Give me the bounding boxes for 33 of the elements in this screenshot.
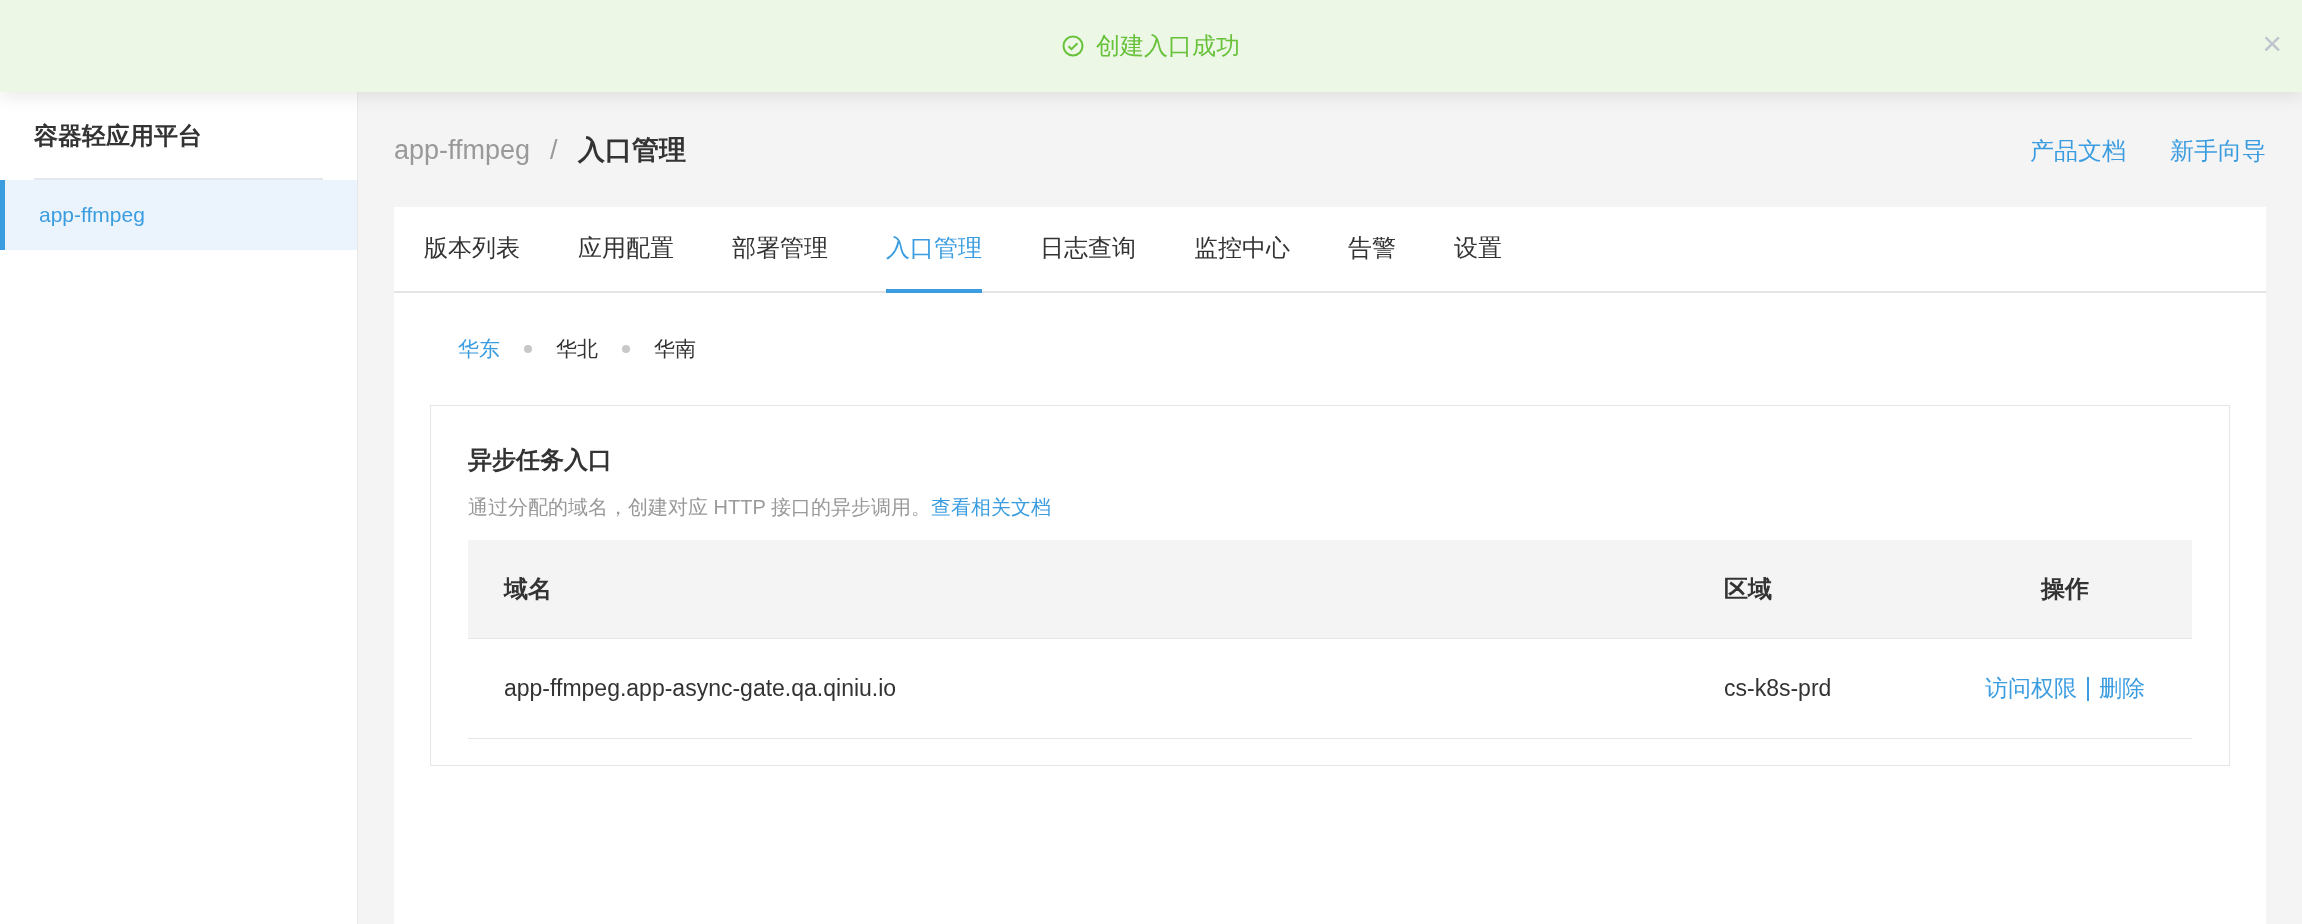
doc-link[interactable]: 查看相关文档 [930, 496, 1051, 518]
tab[interactable]: 监控中心 [1194, 207, 1290, 293]
breadcrumb-item: 入口管理 [577, 134, 686, 168]
header-link[interactable]: 产品文档 [2030, 132, 2126, 169]
breadcrumb-item[interactable]: app-ffmpeg [394, 130, 531, 171]
column-header: 域名 [502, 574, 553, 604]
breadcrumb-separator: / [550, 134, 558, 168]
toast-message: 创建入口成功 [1096, 31, 1240, 61]
dot-separator [622, 345, 630, 353]
close-button[interactable]: × [2262, 26, 2282, 60]
sidebar-item[interactable]: app-ffmpeg [0, 180, 357, 250]
tab[interactable]: 部署管理 [732, 207, 828, 293]
sidebar-title: 容器轻应用平台 [33, 121, 203, 151]
tab[interactable]: 告警 [1348, 207, 1396, 293]
panel-title: 异步任务入口 [468, 445, 613, 475]
check-circle-icon [1062, 35, 1084, 57]
tab[interactable]: 日志查询 [1040, 207, 1136, 293]
tab[interactable]: 设置 [1454, 207, 1502, 293]
table-cell-text: app-ffmpeg.app-async-gate.qa.qiniu.io [503, 674, 898, 704]
region-tab[interactable]: 华东 [458, 333, 500, 365]
column-header: 操作 [2039, 574, 2090, 604]
column-header: 区域 [1724, 574, 1773, 604]
region-tab[interactable]: 华北 [556, 333, 598, 365]
tab[interactable]: 入口管理 [886, 207, 982, 293]
action-link[interactable]: 访问权限 [1985, 671, 2077, 706]
tab[interactable]: 版本列表 [424, 207, 520, 293]
tab[interactable]: 应用配置 [578, 207, 674, 293]
table-cell-text: cs-k8s-prd [1724, 674, 1833, 704]
region-tab[interactable]: 华南 [654, 333, 696, 365]
action-link[interactable]: 删除 [2099, 671, 2145, 706]
header-link[interactable]: 新手向导 [2170, 132, 2266, 169]
dot-separator [524, 345, 532, 353]
panel-description: 通过分配的域名，创建对应 HTTP 接口的异步调用。查看相关文档 [468, 495, 1052, 520]
